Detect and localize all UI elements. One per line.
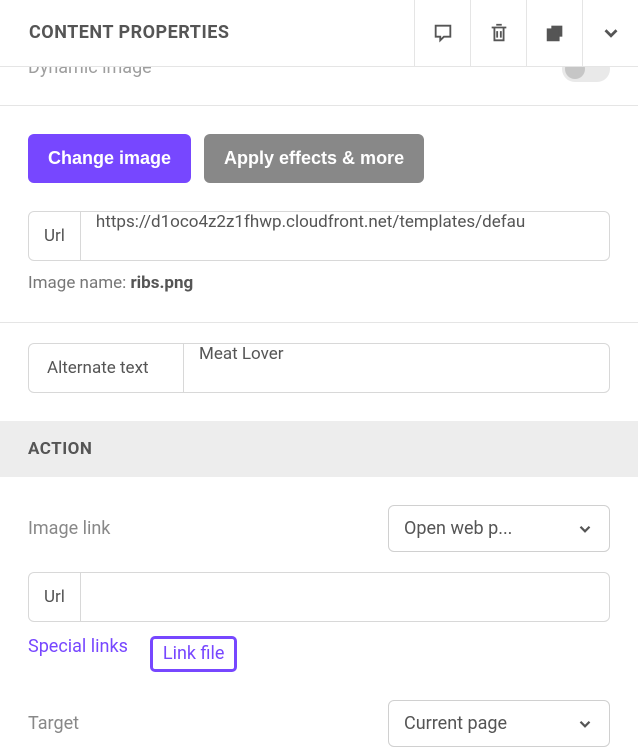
panel-title: CONTENT PROPERTIES	[0, 0, 258, 66]
image-name-value: ribs.png	[130, 273, 193, 293]
apply-effects-button[interactable]: Apply effects & more	[204, 134, 424, 183]
image-link-value: Open web p...	[404, 518, 512, 539]
change-image-button[interactable]: Change image	[28, 134, 191, 183]
target-row: Target Current page	[0, 700, 638, 747]
image-buttons: Change image Apply effects & more	[0, 106, 638, 211]
image-name-row: Image name: ribs.png	[0, 261, 638, 293]
image-link-row: Image link Open web p...	[0, 505, 638, 552]
alt-text-label: Alternate text	[29, 344, 184, 392]
special-links-link[interactable]: Special links	[28, 636, 128, 672]
comment-icon	[432, 22, 454, 44]
header-actions	[414, 0, 638, 66]
image-url-group: Url https://d1oco4z2z1fhwp.cloudfront.ne…	[28, 211, 610, 261]
panel-header: CONTENT PROPERTIES	[0, 0, 638, 67]
image-url-input[interactable]: https://d1oco4z2z1fhwp.cloudfront.net/te…	[81, 212, 609, 260]
chevron-down-icon	[576, 520, 594, 538]
chevron-down-icon	[600, 22, 622, 44]
action-heading: ACTION	[0, 421, 638, 477]
dynamic-image-row: Dynamic image	[0, 67, 638, 85]
url-prefix: Url	[29, 212, 81, 260]
target-select[interactable]: Current page	[388, 700, 610, 747]
link-url-input[interactable]	[81, 573, 609, 621]
alt-text-input[interactable]: Meat Lover	[184, 344, 609, 392]
trash-icon	[488, 22, 510, 44]
toggle-knob	[565, 67, 585, 79]
image-link-label: Image link	[28, 518, 110, 539]
dynamic-image-label: Dynamic image	[28, 67, 152, 78]
link-url-prefix: Url	[29, 573, 81, 621]
image-link-select[interactable]: Open web p...	[388, 505, 610, 552]
comment-button[interactable]	[414, 0, 470, 66]
alt-text-group: Alternate text Meat Lover	[28, 343, 610, 393]
duplicate-button[interactable]	[526, 0, 582, 66]
link-file-link[interactable]: Link file	[150, 636, 238, 672]
dynamic-image-toggle[interactable]	[562, 67, 610, 82]
target-value: Current page	[404, 713, 507, 734]
chevron-down-icon	[576, 715, 594, 733]
image-name-label: Image name:	[28, 273, 126, 293]
duplicate-icon	[544, 22, 566, 44]
spacer	[0, 293, 638, 323]
delete-button[interactable]	[470, 0, 526, 66]
target-label: Target	[28, 713, 79, 734]
link-url-group: Url	[28, 572, 610, 622]
link-options-row: Special links Link file	[0, 622, 638, 672]
collapse-button[interactable]	[582, 0, 638, 66]
